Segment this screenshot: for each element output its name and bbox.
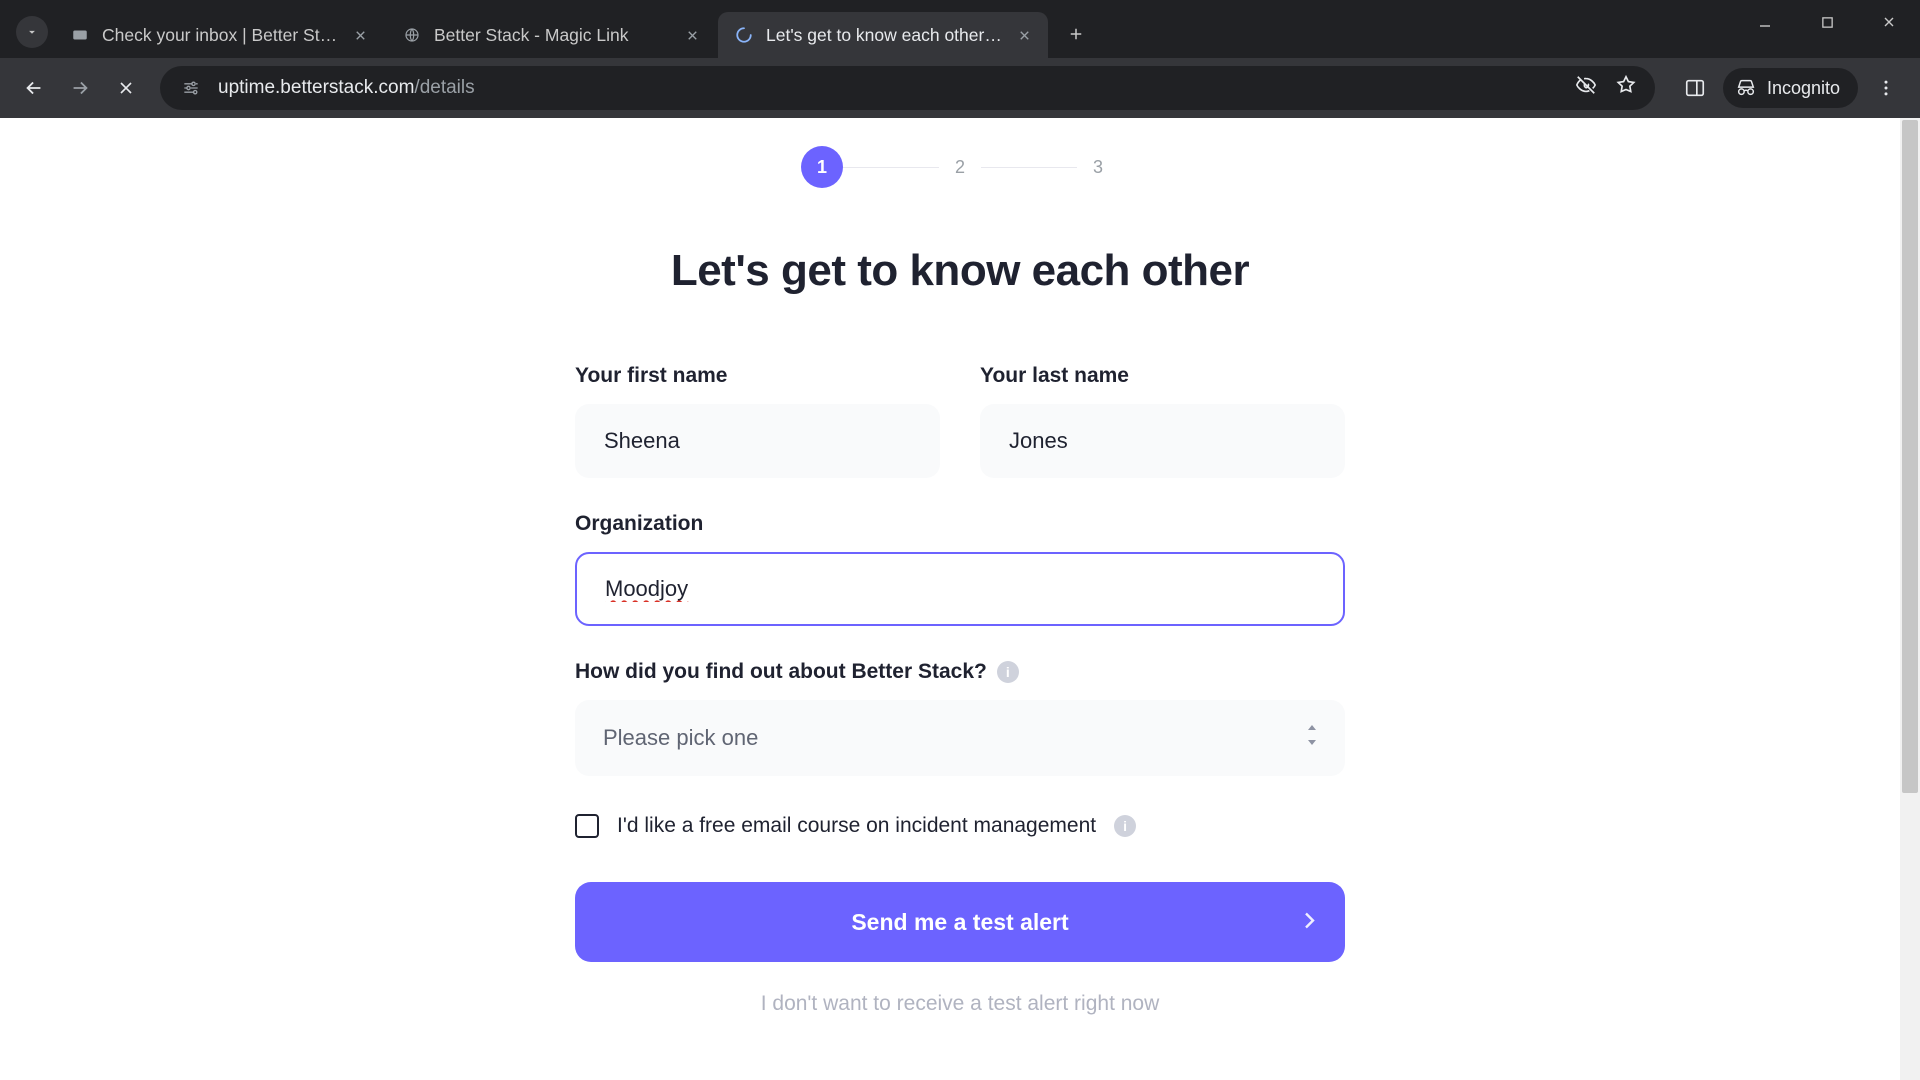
browser-chrome: Check your inbox | Better Stack Better S… bbox=[0, 0, 1920, 118]
skip-test-alert-link[interactable]: I don't want to receive a test alert rig… bbox=[575, 992, 1345, 1056]
kebab-icon bbox=[1876, 78, 1896, 98]
incognito-icon bbox=[1735, 77, 1757, 99]
globe-icon bbox=[402, 25, 422, 45]
progress-stepper: 1 2 3 bbox=[801, 146, 1119, 188]
window-controls bbox=[1734, 0, 1920, 44]
window-maximize-button[interactable] bbox=[1796, 0, 1858, 44]
tab-close-button[interactable] bbox=[1014, 25, 1034, 45]
tab-inbox[interactable]: Check your inbox | Better Stack bbox=[54, 12, 384, 58]
star-icon bbox=[1615, 74, 1637, 96]
select-caret-icon bbox=[1305, 725, 1319, 751]
submit-label: Send me a test alert bbox=[851, 909, 1068, 936]
step-3[interactable]: 3 bbox=[1077, 146, 1119, 188]
info-icon[interactable]: i bbox=[1114, 815, 1136, 837]
url-path: /details bbox=[414, 77, 474, 99]
select-placeholder: Please pick one bbox=[603, 725, 758, 751]
step-connector bbox=[981, 167, 1077, 168]
address-bar[interactable]: uptime.betterstack.com/details bbox=[160, 66, 1655, 110]
info-icon[interactable]: i bbox=[997, 661, 1019, 683]
email-course-label: I'd like a free email course on incident… bbox=[617, 814, 1096, 838]
browser-toolbar: uptime.betterstack.com/details Incognito bbox=[0, 58, 1920, 118]
maximize-icon bbox=[1821, 16, 1834, 29]
source-question-label: How did you find out about Better Stack? bbox=[575, 660, 987, 684]
send-test-alert-button[interactable]: Send me a test alert bbox=[575, 882, 1345, 962]
new-tab-button[interactable] bbox=[1058, 16, 1094, 52]
tab-magic-link[interactable]: Better Stack - Magic Link bbox=[386, 12, 716, 58]
close-icon bbox=[1017, 28, 1032, 43]
incognito-chip[interactable]: Incognito bbox=[1723, 68, 1858, 108]
minimize-icon bbox=[1758, 15, 1772, 29]
chevron-down-icon bbox=[25, 25, 39, 39]
tab-title: Better Stack - Magic Link bbox=[434, 25, 629, 46]
step-1[interactable]: 1 bbox=[801, 146, 843, 188]
bookmark-button[interactable] bbox=[1615, 74, 1637, 102]
tab-search-button[interactable] bbox=[16, 16, 48, 48]
url-host: uptime.betterstack.com bbox=[218, 77, 414, 99]
incognito-eye-button[interactable] bbox=[1575, 74, 1597, 102]
loading-icon bbox=[734, 25, 754, 45]
tab-title: Check your inbox | Better Stack bbox=[102, 25, 342, 46]
first-name-label: Your first name bbox=[575, 364, 940, 388]
tab-onboarding[interactable]: Let's get to know each other | B bbox=[718, 12, 1048, 58]
source-select[interactable]: Please pick one bbox=[575, 700, 1345, 776]
step-2[interactable]: 2 bbox=[939, 146, 981, 188]
last-name-label: Your last name bbox=[980, 364, 1345, 388]
nav-back-button[interactable] bbox=[14, 68, 54, 108]
side-panel-button[interactable] bbox=[1675, 68, 1715, 108]
tab-title: Let's get to know each other | B bbox=[766, 25, 1006, 46]
scrollbar-thumb[interactable] bbox=[1902, 120, 1918, 793]
plus-icon bbox=[1067, 25, 1085, 43]
tab-strip: Check your inbox | Better Stack Better S… bbox=[0, 0, 1920, 58]
first-name-input[interactable] bbox=[575, 404, 940, 478]
window-minimize-button[interactable] bbox=[1734, 0, 1796, 44]
site-settings-button[interactable] bbox=[178, 75, 204, 101]
tab-close-button[interactable] bbox=[350, 25, 370, 45]
organization-input[interactable] bbox=[575, 552, 1345, 626]
toolbar-right-cluster: Incognito bbox=[1675, 68, 1906, 108]
browser-menu-button[interactable] bbox=[1866, 68, 1906, 108]
email-course-checkbox[interactable] bbox=[575, 814, 599, 838]
close-icon bbox=[685, 28, 700, 43]
arrow-right-icon bbox=[69, 77, 91, 99]
window-close-button[interactable] bbox=[1858, 0, 1920, 44]
close-icon bbox=[1882, 15, 1896, 29]
chevron-right-icon bbox=[1303, 909, 1315, 936]
organization-label: Organization bbox=[575, 512, 1345, 536]
vertical-scrollbar[interactable] bbox=[1900, 118, 1920, 1080]
panel-icon bbox=[1684, 77, 1706, 99]
close-icon bbox=[353, 28, 368, 43]
last-name-input[interactable] bbox=[980, 404, 1345, 478]
onboarding-form: Your first name Your last name Organizat… bbox=[575, 364, 1345, 1056]
favicon-icon bbox=[70, 25, 90, 45]
tune-icon bbox=[181, 78, 201, 98]
arrow-left-icon bbox=[23, 77, 45, 99]
nav-stop-button[interactable] bbox=[106, 68, 146, 108]
step-connector bbox=[843, 167, 939, 168]
close-icon bbox=[116, 78, 136, 98]
tab-close-button[interactable] bbox=[682, 25, 702, 45]
eye-off-icon bbox=[1575, 74, 1597, 96]
incognito-label: Incognito bbox=[1767, 78, 1840, 99]
nav-forward-button[interactable] bbox=[60, 68, 100, 108]
page-title: Let's get to know each other bbox=[671, 246, 1249, 296]
page-viewport: 1 2 3 Let's get to know each other Your … bbox=[0, 118, 1920, 1080]
